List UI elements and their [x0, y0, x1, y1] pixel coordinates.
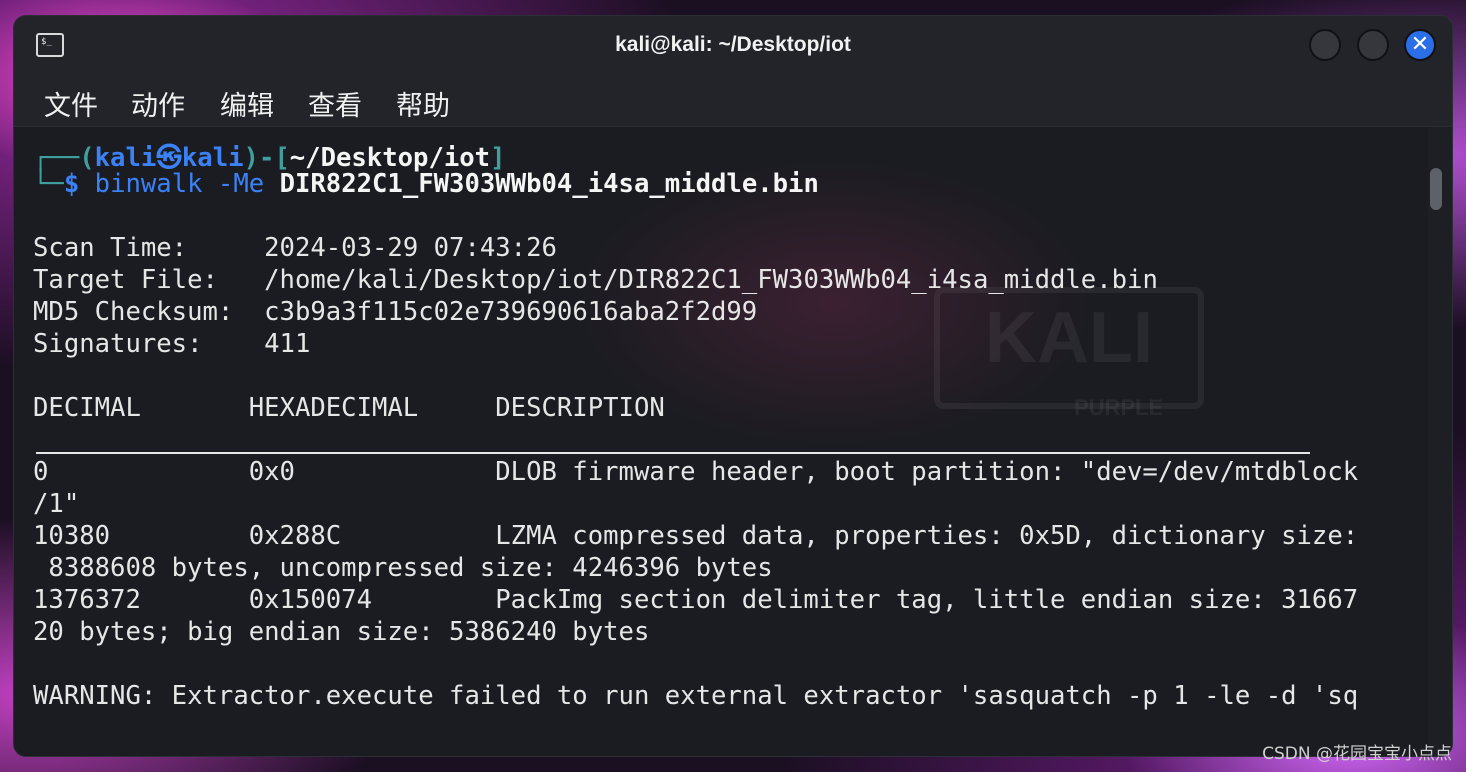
- table-separator: [36, 452, 1310, 454]
- terminal-window: $_ kali@kali: ~/Desktop/iot ✕ 文件 动作 编辑 查…: [14, 16, 1452, 756]
- prompt-line-2: └─$ binwalk -Me DIR822C1_FW303WWb04_i4sa…: [33, 169, 819, 199]
- menu-view[interactable]: 查看: [308, 84, 362, 123]
- maximize-button[interactable]: [1357, 29, 1389, 61]
- menu-edit[interactable]: 编辑: [220, 84, 274, 123]
- warning-line: WARNING: Extractor.execute failed to run…: [33, 681, 1359, 711]
- table-row: 10380 0x288C LZMA compressed data, prope…: [33, 521, 1359, 551]
- terminal-output[interactable]: KALI PURPLE ┌──(kali㉿kali)-[~/Desktop/io…: [14, 127, 1428, 756]
- command-argument: DIR822C1_FW303WWb04_i4sa_middle.bin: [279, 169, 819, 199]
- table-row-wrap: 8388608 bytes, uncompressed size: 424639…: [33, 553, 773, 583]
- scrollbar-thumb[interactable]: [1430, 168, 1442, 210]
- window-title: kali@kali: ~/Desktop/iot: [615, 33, 851, 56]
- table-row-wrap: 20 bytes; big endian size: 5386240 bytes: [33, 617, 650, 647]
- menu-bar: 文件 动作 编辑 查看 帮助: [14, 78, 1452, 127]
- menu-file[interactable]: 文件: [44, 84, 98, 123]
- minimize-button[interactable]: [1309, 29, 1341, 61]
- close-icon: ✕: [1410, 32, 1430, 57]
- title-bar[interactable]: $_ kali@kali: ~/Desktop/iot ✕: [14, 16, 1452, 78]
- table-row: 0 0x0 DLOB firmware header, boot partiti…: [33, 457, 1359, 487]
- scrollbar-track[interactable]: [1428, 127, 1452, 756]
- target-file-row: Target File: /home/kali/Desktop/iot/DIR8…: [33, 265, 1158, 295]
- md5-row: MD5 Checksum: c3b9a3f115c02e739690616aba…: [33, 297, 758, 327]
- table-row: 1376372 0x150074 PackImg section delimit…: [33, 585, 1359, 615]
- command-text: binwalk -Me: [94, 169, 280, 199]
- table-header: DECIMAL HEXADECIMAL DESCRIPTION: [33, 393, 665, 423]
- menu-action[interactable]: 动作: [131, 84, 185, 123]
- scan-time-row: Scan Time: 2024-03-29 07:43:26: [33, 233, 557, 263]
- signatures-row: Signatures: 411: [33, 329, 311, 359]
- kali-watermark-sub: PURPLE: [1074, 395, 1164, 420]
- table-row-wrap: /1": [33, 489, 80, 519]
- close-button[interactable]: ✕: [1404, 29, 1436, 61]
- csdn-watermark: CSDN @花园宝宝小点点: [1262, 744, 1452, 764]
- menu-help[interactable]: 帮助: [396, 84, 450, 123]
- kali-watermark-logo: KALI: [934, 287, 1204, 409]
